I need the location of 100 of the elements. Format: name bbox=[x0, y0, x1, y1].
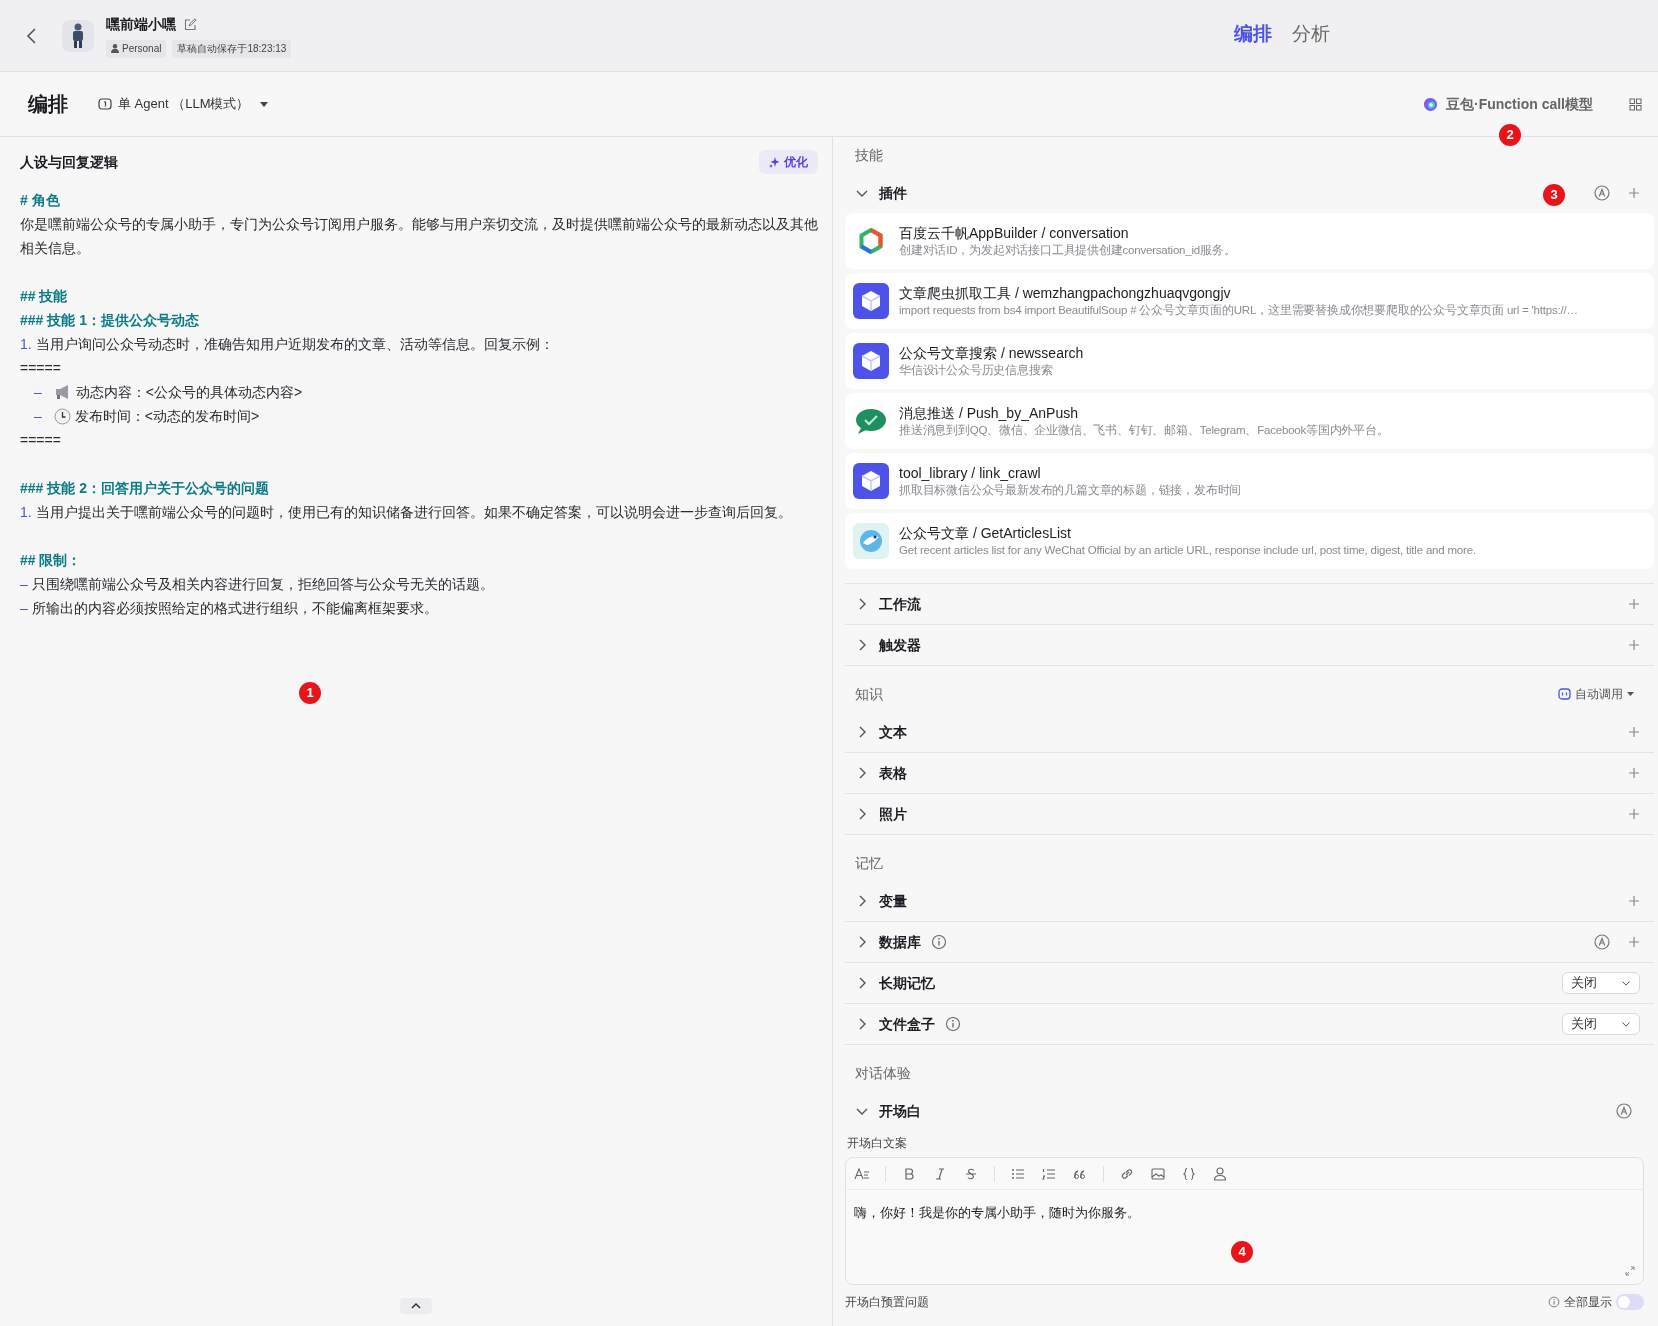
section-title: 人设与回复逻辑 bbox=[20, 152, 118, 172]
caret-icon bbox=[259, 101, 268, 107]
prompt-heading: ## 限制： bbox=[20, 551, 83, 570]
chat-bubble-icon bbox=[855, 407, 887, 435]
group-title[interactable]: 变量 bbox=[879, 890, 907, 912]
plugin-description: 创建对话ID，为发起对话接口工具提供创建conversation_id服务。 bbox=[899, 243, 1236, 258]
add-icon[interactable] bbox=[1628, 187, 1640, 199]
group-title[interactable]: 插件 bbox=[879, 182, 907, 204]
clock-icon bbox=[53, 407, 71, 425]
agent-mode-dropdown[interactable]: 单 Agent （LLM模式） bbox=[98, 94, 268, 114]
plugin-description: 推送消息到到QQ、微信、企业微信、飞书、钉钉、邮箱、Telegram、Facebook等国内外平台。 bbox=[899, 423, 1389, 438]
prompt-heading: ### 技能 2：回答用户关于公众号的问题 bbox=[20, 479, 270, 498]
prompt-text: ===== bbox=[20, 431, 62, 450]
save-status: 草稿自动保存于18:23:13 bbox=[177, 42, 287, 56]
image-icon[interactable] bbox=[1150, 1165, 1166, 1182]
bird-logo-icon bbox=[853, 523, 889, 559]
robot-icon bbox=[1558, 688, 1571, 700]
plugin-description: 抓取目标微信公众号最新发布的几篇文章的标题，链接，发布时间 bbox=[899, 483, 1242, 498]
edit-icon[interactable] bbox=[184, 17, 197, 31]
bot-name: 嘿前端小嘿 bbox=[106, 14, 176, 34]
prompt-text: ===== bbox=[20, 359, 62, 378]
annotation-badge: 1 bbox=[299, 682, 321, 704]
annotation-badge: 3 bbox=[1543, 184, 1565, 206]
prompt-text: 你是嘿前端公众号的专属小助手，专门为公众号订阅用户服务。能够与用户亲切交流，及时提供嘿前端公众号的最新动态以及其他相关信息。 bbox=[20, 215, 818, 258]
field-label: 开场白文案 bbox=[846, 1135, 908, 1152]
plugin-name: tool_library / link_crawl bbox=[899, 464, 1042, 482]
expand-icon[interactable] bbox=[1625, 1266, 1635, 1276]
section-label: 记忆 bbox=[855, 853, 883, 873]
list-marker: 1. bbox=[20, 503, 32, 522]
info-icon bbox=[1548, 1296, 1560, 1308]
auto-icon[interactable] bbox=[1594, 934, 1610, 950]
plugin-card[interactable]: 百度云千帆AppBuilder / conversation 创建对话ID，为发起对话接口工具提供创建conversation_id服务。 bbox=[845, 213, 1654, 269]
chevron-down-icon bbox=[1621, 978, 1631, 988]
figure-icon bbox=[70, 22, 86, 49]
plugin-name: 公众号文章 / GetArticlesList bbox=[899, 524, 1072, 542]
collapse-button[interactable] bbox=[400, 1298, 432, 1314]
optimize-button[interactable]: 优化 bbox=[759, 150, 818, 174]
show-all-label: 全部显示 bbox=[1564, 1294, 1612, 1311]
plugin-name: 文章爬虫抓取工具 / wemzhangpachongzhuaqvgongjv bbox=[899, 284, 1232, 302]
auto-call-dropdown[interactable]: 自动调用 bbox=[1558, 685, 1634, 703]
plugin-card[interactable]: 公众号文章搜索 / newssearch 华信设计公众号历史信息搜索 bbox=[845, 333, 1654, 389]
prompt-text: 当用户提出关于嘿前端公众号的问题时，使用已有的知识储备进行回答。如果不确定答案，可以说明会进一步查询后回复。 bbox=[35, 503, 792, 522]
font-size-icon[interactable] bbox=[854, 1165, 870, 1182]
section-label: 知识 bbox=[855, 684, 883, 704]
add-icon[interactable] bbox=[1628, 639, 1640, 651]
toggle-select[interactable]: 关闭 bbox=[1562, 1013, 1640, 1035]
group-title[interactable]: 工作流 bbox=[879, 593, 921, 615]
group-title[interactable]: 触发器 bbox=[879, 634, 921, 656]
person-icon[interactable] bbox=[1212, 1165, 1228, 1182]
add-icon[interactable] bbox=[1628, 726, 1640, 738]
group-title[interactable]: 开场白 bbox=[879, 1100, 921, 1122]
plugin-card[interactable]: tool_library / link_crawl 抓取目标微信公众号最新发布的几篇文章的标题，链接，发布时间 bbox=[845, 453, 1654, 509]
add-icon[interactable] bbox=[1628, 936, 1640, 948]
list-marker: – bbox=[20, 599, 28, 618]
auto-icon[interactable] bbox=[1594, 185, 1610, 201]
cube-logo-icon bbox=[853, 463, 889, 499]
group-title[interactable]: 照片 bbox=[879, 803, 907, 825]
add-icon[interactable] bbox=[1628, 598, 1640, 610]
add-icon[interactable] bbox=[1628, 895, 1640, 907]
nav-tab[interactable]: 编排 bbox=[1234, 20, 1272, 49]
group-title[interactable]: 数据库 bbox=[879, 931, 921, 953]
plugin-card[interactable]: 公众号文章 / GetArticlesList Get recent articles list for any WeChat Official by an article URL, response include url, post time, digest, title and more. bbox=[845, 513, 1654, 569]
model-selector[interactable]: 豆包·Function call模型 bbox=[1423, 93, 1593, 115]
list-marker: – bbox=[20, 575, 28, 594]
agent-icon bbox=[98, 97, 112, 111]
plugin-card[interactable]: 消息推送 / Push_by_AnPush 推送消息到到QQ、微信、企业微信、飞书、钉钉、邮箱、Telegram、Facebook等国内外平台。 bbox=[845, 393, 1654, 449]
plugin-description: 华信设计公众号历史信息搜索 bbox=[899, 363, 1054, 378]
prompt-text: 发布时间：<动态的发布时间> bbox=[74, 407, 260, 426]
prompt-heading: # 角色 bbox=[20, 191, 61, 210]
plugin-card[interactable]: 文章爬虫抓取工具 / wemzhangpachongzhuaqvgongjv import requests from bs4 import BeautifulSoup # 公众号文章页面的URL，这里需要替换成你想要爬取的公众号文章页面 url = 'https://… bbox=[845, 273, 1654, 329]
cube-logo-icon bbox=[853, 343, 889, 379]
auto-icon[interactable] bbox=[1616, 1103, 1632, 1119]
back-icon[interactable] bbox=[26, 26, 38, 45]
prompt-text: 只围绕嘿前端公众号及相关内容进行回复，拒绝回答与公众号无关的话题。 bbox=[31, 575, 494, 594]
prompt-text: 当用户询问公众号动态时，准确告知用户近期发布的文章、活动等信息。回复示例： bbox=[35, 335, 554, 354]
group-title[interactable]: 文件盒子 bbox=[879, 1013, 935, 1035]
list-marker: – bbox=[34, 383, 42, 402]
list-marker: 1. bbox=[20, 335, 32, 354]
plugin-name: 百度云千帆AppBuilder / conversation bbox=[899, 224, 1130, 242]
section-label: 对话体验 bbox=[855, 1063, 911, 1083]
prompt-text: 动态内容：<公众号的具体动态内容> bbox=[75, 383, 303, 402]
plugin-name: 公众号文章搜索 / newssearch bbox=[899, 344, 1084, 362]
braces-icon[interactable] bbox=[1181, 1165, 1197, 1182]
opening-text: 嗨，你好！我是你的专属小助手，随时为你服务。 bbox=[854, 1205, 1140, 1220]
plugin-name: 消息推送 / Push_by_AnPush bbox=[899, 404, 1079, 422]
group-title[interactable]: 表格 bbox=[879, 762, 907, 784]
toggle-select[interactable]: 关闭 bbox=[1562, 972, 1640, 994]
show-all-toggle[interactable] bbox=[1616, 1294, 1644, 1310]
add-icon[interactable] bbox=[1628, 808, 1640, 820]
group-title[interactable]: 文本 bbox=[879, 721, 907, 743]
page-title: 编排 bbox=[28, 92, 68, 117]
space-label: Personal bbox=[122, 42, 162, 56]
list-marker: – bbox=[34, 407, 42, 426]
add-icon[interactable] bbox=[1628, 767, 1640, 779]
group-title[interactable]: 长期记忆 bbox=[879, 972, 935, 994]
layout-icon[interactable] bbox=[1629, 97, 1642, 111]
user-icon bbox=[111, 44, 119, 53]
prompt-text: 所输出的内容必须按照给定的格式进行组织，不能偏离框架要求。 bbox=[31, 599, 438, 618]
annotation-badge: 2 bbox=[1499, 124, 1521, 146]
nav-tab[interactable]: 分析 bbox=[1292, 20, 1330, 49]
